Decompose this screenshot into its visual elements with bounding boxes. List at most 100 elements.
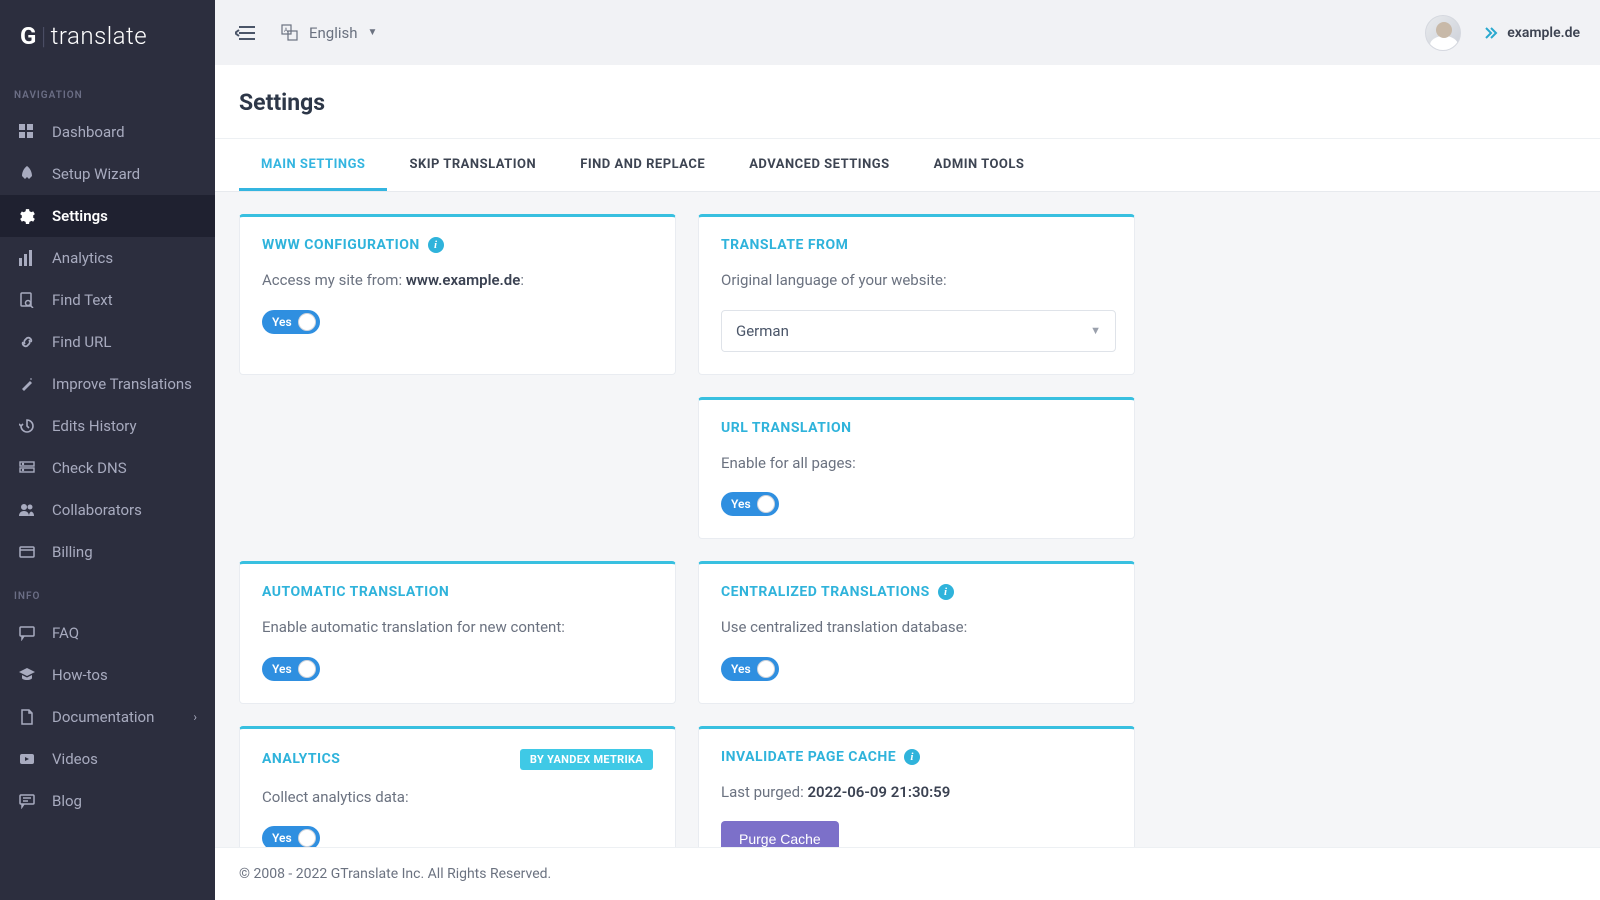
sidebar-item-label: FAQ [52, 624, 79, 642]
footer: © 2008 - 2022 GTranslate Inc. All Rights… [215, 847, 1600, 900]
info-icon[interactable]: i [904, 749, 920, 765]
sidebar-item-label: How-tos [52, 666, 108, 684]
toggle-centralized[interactable]: Yes [721, 657, 779, 681]
logo: G|translate [0, 0, 215, 72]
toggle-automatic[interactable]: Yes [262, 657, 320, 681]
card-desc: Use centralized translation database: [721, 616, 1112, 639]
tabs: MAIN SETTINGS SKIP TRANSLATION FIND AND … [215, 139, 1600, 192]
tab-find-and-replace[interactable]: FIND AND REPLACE [558, 139, 727, 191]
info-icon[interactable]: i [938, 584, 954, 600]
toggle-knob [298, 660, 316, 678]
sidebar-item-setup-wizard[interactable]: Setup Wizard [0, 153, 215, 195]
wand-icon [18, 375, 36, 393]
card-www-configuration: WWW CONFIGURATION i Access my site from:… [239, 214, 676, 375]
card-analytics: ANALYTICS BY YANDEX METRIKA Collect anal… [239, 726, 676, 848]
select-source-language[interactable]: German ▼ [721, 310, 1116, 352]
toggle-knob [298, 313, 316, 331]
card-centralized-translations: CENTRALIZED TRANSLATIONS i Use centraliz… [698, 561, 1135, 704]
card-title-text: CENTRALIZED TRANSLATIONS [721, 584, 930, 600]
card-title-text: AUTOMATIC TRANSLATION [262, 584, 449, 600]
message-icon [18, 792, 36, 810]
sidebar-item-improve[interactable]: Improve Translations [0, 363, 215, 405]
sidebar-item-label: Blog [52, 792, 82, 810]
info-section-title: INFO [0, 573, 215, 612]
tab-advanced-settings[interactable]: ADVANCED SETTINGS [727, 139, 911, 191]
sidebar-item-edits-history[interactable]: Edits History [0, 405, 215, 447]
sidebar-item-label: Check DNS [52, 459, 127, 477]
card-icon [18, 543, 36, 561]
card-desc: Access my site from: www.example.de: [262, 269, 653, 292]
select-value: German [736, 322, 789, 340]
sidebar-item-label: Find Text [52, 291, 113, 309]
sidebar-item-label: Improve Translations [52, 375, 192, 393]
sidebar-item-check-dns[interactable]: Check DNS [0, 447, 215, 489]
toggle-knob [757, 495, 775, 513]
sidebar-item-label: Dashboard [52, 123, 125, 141]
toggle-label: Yes [272, 831, 292, 845]
sidebar-item-label: Billing [52, 543, 93, 561]
sidebar-item-faq[interactable]: FAQ [0, 612, 215, 654]
sidebar-item-label: Edits History [52, 417, 137, 435]
sidebar-item-settings[interactable]: Settings [0, 195, 215, 237]
sidebar-item-videos[interactable]: Videos [0, 738, 215, 780]
sidebar-item-find-url[interactable]: Find URL [0, 321, 215, 363]
toggle-url-translation[interactable]: Yes [721, 492, 779, 516]
toggle-knob [757, 660, 775, 678]
tab-skip-translation[interactable]: SKIP TRANSLATION [387, 139, 558, 191]
analytics-provider-badge: BY YANDEX METRIKA [520, 749, 653, 770]
card-url-translation: URL TRANSLATION Enable for all pages: Ye… [698, 397, 1135, 540]
card-desc: Enable for all pages: [721, 452, 1112, 475]
site-label: example.de [1507, 25, 1580, 41]
sidebar-item-billing[interactable]: Billing [0, 531, 215, 573]
tab-admin-tools[interactable]: ADMIN TOOLS [912, 139, 1047, 191]
doc-icon [18, 708, 36, 726]
users-icon [18, 501, 36, 519]
language-selector[interactable]: A English ▼ [281, 24, 377, 42]
sidebar-item-label: Videos [52, 750, 98, 768]
collapse-sidebar-button[interactable] [235, 24, 255, 42]
dashboard-icon [18, 123, 36, 141]
play-icon [18, 750, 36, 768]
card-translate-from: TRANSLATE FROM Original language of your… [698, 214, 1135, 375]
avatar[interactable] [1425, 15, 1461, 51]
card-desc: Collect analytics data: [262, 786, 653, 809]
toggle-analytics[interactable]: Yes [262, 826, 320, 847]
sidebar-item-find-text[interactable]: Find Text [0, 279, 215, 321]
sidebar-item-howtos[interactable]: How-tos [0, 654, 215, 696]
toggle-label: Yes [272, 662, 292, 676]
chevron-right-icon: › [193, 710, 197, 724]
bar-chart-icon [18, 249, 36, 267]
gear-icon [18, 207, 36, 225]
card-title-text: ANALYTICS [262, 751, 340, 767]
sidebar-item-collaborators[interactable]: Collaborators [0, 489, 215, 531]
sidebar-item-label: Setup Wizard [52, 165, 140, 183]
card-title-text: WWW CONFIGURATION [262, 237, 420, 253]
rocket-icon [18, 165, 36, 183]
card-desc: Original language of your website: [721, 269, 1112, 292]
info-icon[interactable]: i [428, 237, 444, 253]
language-label: English [309, 24, 358, 42]
toggle-www[interactable]: Yes [262, 310, 320, 334]
content: WWW CONFIGURATION i Access my site from:… [215, 192, 1600, 847]
sidebar-item-dashboard[interactable]: Dashboard [0, 111, 215, 153]
sidebar-item-label: Find URL [52, 333, 111, 351]
purge-cache-button[interactable]: Purge Cache [721, 821, 839, 847]
sidebar-item-documentation[interactable]: Documentation › [0, 696, 215, 738]
toggle-label: Yes [731, 497, 751, 511]
card-title-text: URL TRANSLATION [721, 420, 852, 436]
toggle-knob [298, 829, 316, 847]
translate-icon: A [281, 24, 299, 42]
search-doc-icon [18, 291, 36, 309]
caret-down-icon: ▼ [368, 27, 378, 38]
chat-icon [18, 624, 36, 642]
history-icon [18, 417, 36, 435]
sidebar-item-blog[interactable]: Blog [0, 780, 215, 822]
toggle-label: Yes [731, 662, 751, 676]
site-badge[interactable]: example.de [1483, 25, 1580, 41]
card-title-text: TRANSLATE FROM [721, 237, 848, 253]
sidebar: G|translate NAVIGATION Dashboard Setup W… [0, 0, 215, 900]
tab-main-settings[interactable]: MAIN SETTINGS [239, 139, 387, 191]
page-title: Settings [215, 65, 1600, 139]
sidebar-item-analytics[interactable]: Analytics [0, 237, 215, 279]
server-icon [18, 459, 36, 477]
